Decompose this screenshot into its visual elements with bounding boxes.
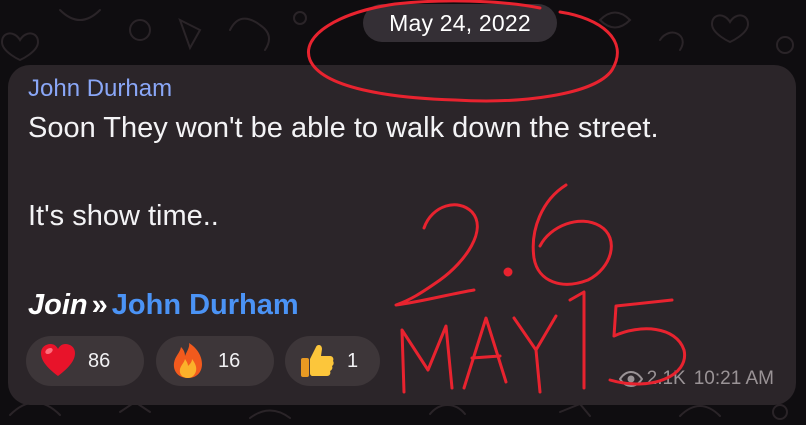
reaction-fire[interactable]: 16	[156, 336, 274, 386]
reaction-heart[interactable]: 86	[26, 336, 144, 386]
view-count: 2.1K	[646, 368, 686, 389]
channel-link[interactable]: John Durham	[112, 289, 299, 321]
message-meta: 2.1K 10:21 AM	[618, 368, 774, 390]
chat-screen: May 24, 2022 John Durham Soon They won't…	[0, 0, 806, 425]
message-text-line: It's show time..	[28, 200, 219, 232]
sender-name[interactable]: John Durham	[28, 75, 172, 103]
join-label: Join	[28, 289, 88, 321]
message-bubble[interactable]: John Durham Soon They won't be able to w…	[8, 65, 796, 405]
date-separator: May 24, 2022	[363, 4, 557, 42]
join-separator: »	[91, 289, 108, 321]
reaction-count: 16	[218, 349, 241, 372]
reaction-count: 1	[347, 349, 359, 372]
reaction-thumbs-up[interactable]: 1	[285, 336, 380, 386]
message-text-line: Soon They won't be able to walk down the…	[28, 112, 659, 144]
reaction-count: 86	[88, 349, 111, 372]
thumbs-up-icon	[301, 344, 334, 377]
heart-icon	[41, 344, 75, 376]
eye-icon	[618, 371, 643, 387]
fire-icon	[173, 343, 202, 378]
join-channel-line: Join» John Durham	[28, 289, 299, 322]
message-time: 10:21 AM	[693, 368, 774, 389]
